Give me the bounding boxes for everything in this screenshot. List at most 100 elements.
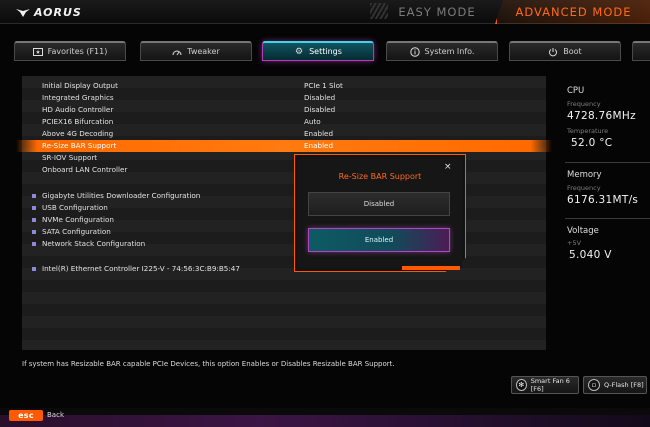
submenu-bullet-icon bbox=[32, 267, 36, 271]
star-folder-icon bbox=[32, 47, 43, 57]
setting-label: Initial Display Output bbox=[42, 81, 118, 90]
submenu-label: USB Configuration bbox=[42, 203, 108, 212]
submenu-network-stack-configuration[interactable]: Network Stack Configuration bbox=[22, 238, 546, 250]
submenu-nvme-configuration[interactable]: NVMe Configuration bbox=[22, 214, 546, 226]
setting-label: SR-IOV Support bbox=[42, 153, 98, 162]
tab-label: Boot bbox=[563, 47, 582, 56]
voltage-section: Voltage +5V 5.040 V bbox=[567, 226, 612, 261]
voltage-rail-value: 5.040 V bbox=[569, 249, 612, 261]
qflash-button[interactable]: ▫ Q-Flash [F8] bbox=[583, 376, 647, 394]
setting-label: Integrated Graphics bbox=[42, 93, 114, 102]
back-label: Back bbox=[47, 411, 64, 419]
tab-system-info[interactable]: System Info. bbox=[386, 41, 498, 61]
setting-row-onboard-lan-controller[interactable]: Onboard LAN Controller bbox=[22, 164, 546, 176]
footer-gradient bbox=[0, 415, 650, 427]
dialog-title: Re-Size BAR Support bbox=[338, 172, 422, 181]
submenu-usb-configuration[interactable]: USB Configuration bbox=[22, 202, 546, 214]
setting-row-hd-audio-controller[interactable]: HD Audio Controller Disabled bbox=[22, 104, 546, 116]
easy-mode-button[interactable]: EASY MODE bbox=[388, 0, 486, 24]
hardware-monitor-sidebar: CPU Frequency 4728.76MHz Temperature 52.… bbox=[555, 76, 650, 350]
setting-row-sr-iov-support[interactable]: SR-IOV Support bbox=[22, 152, 546, 164]
memory-frequency-label: Frequency bbox=[567, 184, 601, 192]
cpu-temperature-label: Temperature bbox=[567, 127, 609, 135]
speedometer-icon bbox=[172, 47, 182, 57]
power-icon bbox=[548, 47, 558, 57]
memory-frequency-value: 6176.31MT/s bbox=[567, 194, 639, 206]
esc-key-button[interactable]: esc bbox=[9, 410, 43, 421]
eagle-icon bbox=[16, 9, 30, 17]
setting-row-above-4g-decoding[interactable]: Above 4G Decoding Enabled bbox=[22, 128, 546, 140]
row-background bbox=[22, 340, 546, 350]
submenu-label: Gigabyte Utilities Downloader Configurat… bbox=[42, 191, 201, 200]
cpu-frequency-value: 4728.76MHz bbox=[567, 110, 636, 122]
setting-label: HD Audio Controller bbox=[42, 105, 114, 114]
voltage-rail-label: +5V bbox=[567, 239, 582, 247]
setting-value: Disabled bbox=[304, 105, 336, 114]
help-text: If system has Resizable BAR capable PCIe… bbox=[22, 360, 395, 368]
setting-value: PCIe 1 Slot bbox=[304, 81, 343, 90]
settings-panel: Initial Display Output PCIe 1 Slot Integ… bbox=[16, 76, 552, 350]
advanced-mode-button[interactable]: ADVANCED MODE bbox=[495, 0, 650, 24]
submenu-bullet-icon bbox=[32, 194, 36, 198]
cpu-title: CPU bbox=[567, 86, 585, 96]
tab-label: Favorites (F11) bbox=[47, 47, 108, 56]
setting-row-integrated-graphics[interactable]: Integrated Graphics Disabled bbox=[22, 92, 546, 104]
info-icon bbox=[409, 46, 420, 57]
cpu-temperature-value: 52.0 °C bbox=[571, 137, 613, 149]
decorative-stripes bbox=[370, 3, 388, 19]
setting-value: Auto bbox=[304, 117, 321, 126]
submenu-label: Network Stack Configuration bbox=[42, 239, 146, 248]
setting-label: PCIEX16 Bifurcation bbox=[42, 117, 114, 126]
smart-fan-label: Smart Fan 6 [F6] bbox=[530, 377, 570, 393]
tab-settings[interactable]: ⚙ Settings bbox=[262, 41, 374, 61]
submenu-label: NVMe Configuration bbox=[42, 215, 114, 224]
smart-fan-button[interactable]: ✻ Smart Fan 6 [F6] bbox=[511, 376, 579, 394]
top-bar: AORUS EASY MODE ADVANCED MODE bbox=[0, 0, 650, 24]
submenu-label: SATA Configuration bbox=[42, 227, 111, 236]
submenu-bullet-icon bbox=[32, 242, 36, 246]
cpu-section: CPU Frequency 4728.76MHz Temperature 52.… bbox=[567, 86, 636, 149]
setting-value: Disabled bbox=[304, 93, 336, 102]
setting-value: Enabled bbox=[304, 141, 334, 150]
setting-label: Above 4G Decoding bbox=[42, 129, 114, 138]
tab-overflow[interactable] bbox=[632, 41, 650, 61]
setting-label: Onboard LAN Controller bbox=[42, 165, 128, 174]
tab-boot[interactable]: Boot bbox=[509, 41, 621, 61]
setting-value: Enabled bbox=[304, 129, 334, 138]
setting-row-resize-bar-support[interactable]: Re-Size BAR Support Enabled bbox=[16, 140, 552, 152]
setting-label: Re-Size BAR Support bbox=[42, 141, 117, 150]
tab-label: Tweaker bbox=[187, 47, 220, 56]
option-enabled-button[interactable]: Enabled bbox=[308, 228, 450, 252]
tab-label: System Info. bbox=[424, 47, 475, 56]
row-background bbox=[22, 316, 546, 328]
fan-icon: ✻ bbox=[516, 379, 527, 391]
sidebar-divider bbox=[565, 162, 650, 163]
tab-favorites[interactable]: Favorites (F11) bbox=[14, 41, 126, 61]
row-background bbox=[22, 292, 546, 304]
qflash-label: Q-Flash [F8] bbox=[604, 381, 644, 389]
submenu-bullet-icon bbox=[32, 206, 36, 210]
gear-icon: ⚙ bbox=[295, 46, 304, 57]
sidebar-divider bbox=[565, 218, 650, 219]
setting-row-initial-display-output[interactable]: Initial Display Output PCIe 1 Slot bbox=[22, 80, 546, 92]
submenu-bullet-icon bbox=[32, 230, 36, 234]
submenu-bullet-icon bbox=[32, 218, 36, 222]
brand-name: AORUS bbox=[34, 5, 82, 19]
aorus-logo: AORUS bbox=[16, 5, 82, 19]
qflash-icon: ▫ bbox=[588, 379, 600, 391]
cpu-frequency-label: Frequency bbox=[567, 100, 601, 108]
option-disabled-button[interactable]: Disabled bbox=[308, 192, 450, 216]
voltage-title: Voltage bbox=[567, 226, 599, 236]
tab-label: Settings bbox=[309, 47, 342, 56]
resize-bar-dialog: × Re-Size BAR Support Disabled Enabled bbox=[298, 158, 462, 268]
setting-row-pciex16-bifurcation[interactable]: PCIEX16 Bifurcation Auto bbox=[22, 116, 546, 128]
submenu-ethernet-controller[interactable]: Intel(R) Ethernet Controller I225-V - 74… bbox=[22, 263, 546, 275]
memory-section: Memory Frequency 6176.31MT/s bbox=[567, 170, 638, 206]
submenu-gigabyte-utilities[interactable]: Gigabyte Utilities Downloader Configurat… bbox=[22, 190, 546, 202]
dialog-accent-bar bbox=[402, 266, 460, 270]
submenu-sata-configuration[interactable]: SATA Configuration bbox=[22, 226, 546, 238]
memory-title: Memory bbox=[567, 170, 602, 180]
close-icon[interactable]: × bbox=[444, 162, 452, 172]
tab-tweaker[interactable]: Tweaker bbox=[140, 41, 252, 61]
submenu-label: Intel(R) Ethernet Controller I225-V - 74… bbox=[42, 264, 240, 273]
